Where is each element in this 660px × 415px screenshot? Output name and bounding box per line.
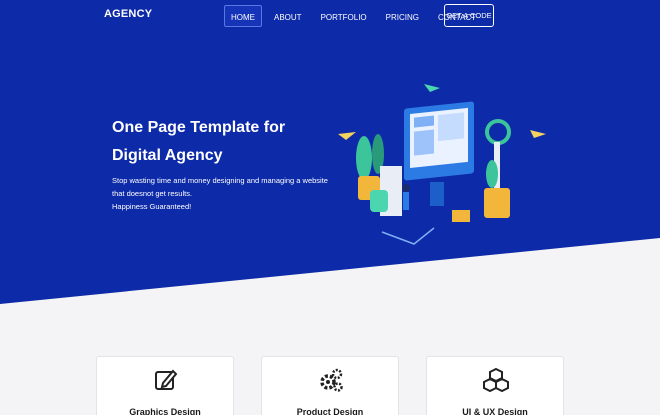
hero-text: One Page Template for Digital Agency Sto… xyxy=(112,114,342,213)
mug-icon xyxy=(370,190,388,212)
hero-illustration xyxy=(338,84,546,245)
cubes-icon xyxy=(483,367,509,393)
hero-title-line2: Digital Agency xyxy=(112,147,223,164)
get-a-code-button[interactable]: GET A CODE xyxy=(444,4,494,27)
gears-icon xyxy=(320,368,343,392)
hero-title-line1: One Page Template for xyxy=(112,119,286,136)
edit-icon xyxy=(155,369,178,390)
hero-subtitle-line1: Stop wasting time and money designing an… xyxy=(112,176,328,185)
paper-plane-icon xyxy=(530,130,546,138)
nav-link-home[interactable]: HOME xyxy=(224,5,262,27)
service-title: Product Design xyxy=(296,407,364,415)
services-section: Graphics Design Product Design UI & UX D… xyxy=(96,356,566,415)
paper-plane-icon xyxy=(338,132,356,140)
nav-link-pricing[interactable]: PRICING xyxy=(379,5,426,27)
nav-link-about[interactable]: ABOUT xyxy=(267,5,309,27)
hero-subtitle: Stop wasting time and money designing an… xyxy=(112,174,342,213)
hero-subtitle-line3: Happiness Guaranteed! xyxy=(112,202,192,211)
service-card-product[interactable]: Product Design xyxy=(261,356,399,415)
service-title: UI & UX Design xyxy=(462,407,528,415)
brand-logo[interactable]: AGENCY xyxy=(104,8,152,20)
navbar: AGENCY HOME ABOUT PORTFOLIO PRICING CONT… xyxy=(0,0,660,34)
service-card-graphics[interactable]: Graphics Design xyxy=(96,356,234,415)
nav-link-portfolio[interactable]: PORTFOLIO xyxy=(314,5,374,27)
hero-subtitle-line2: that doesnot get results. xyxy=(112,189,193,198)
service-title: Graphics Design xyxy=(129,407,201,415)
service-card-uiux[interactable]: UI & UX Design xyxy=(426,356,564,415)
paper-plane-icon xyxy=(424,84,440,92)
